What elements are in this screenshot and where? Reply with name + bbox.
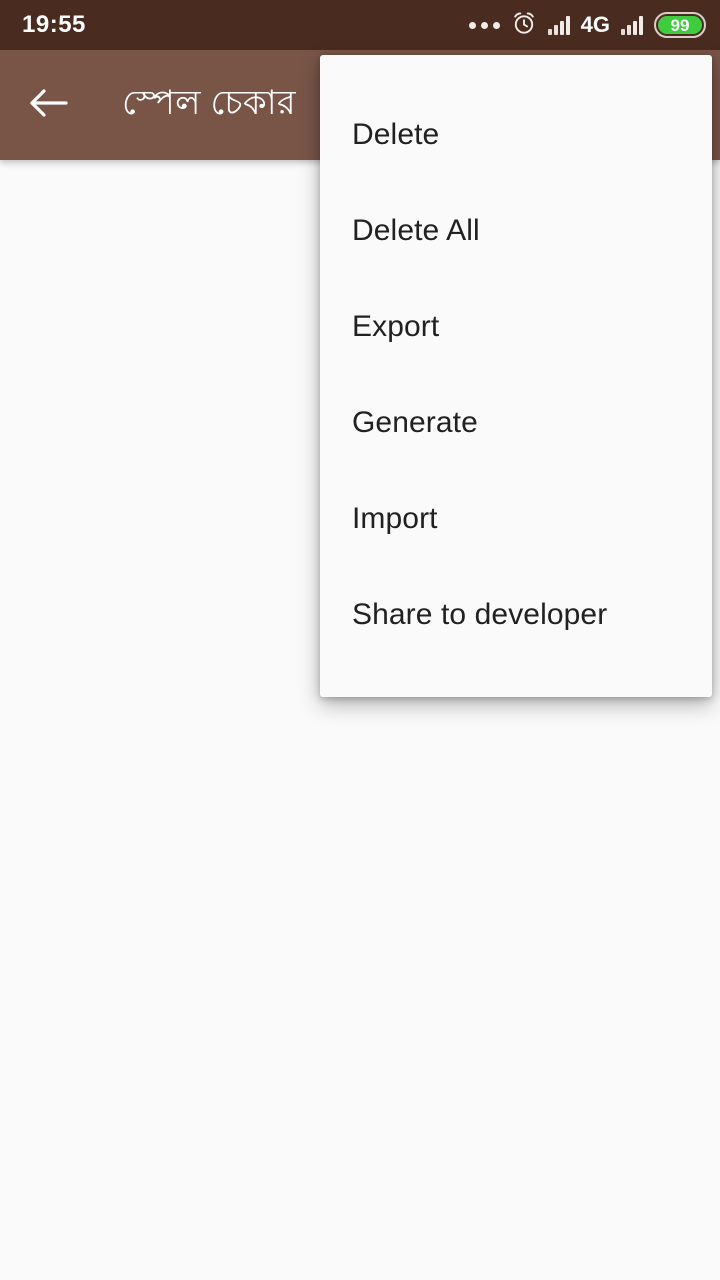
battery-percentage: 99 xyxy=(670,15,690,35)
network-type-label: 4G xyxy=(580,12,610,37)
battery-icon: 99 xyxy=(654,12,706,38)
menu-item-import[interactable]: Import xyxy=(320,471,712,567)
menu-item-delete[interactable]: Delete xyxy=(320,87,712,183)
menu-item-label: Delete All xyxy=(352,214,480,247)
alarm-clock-icon xyxy=(511,10,537,41)
more-dots-icon xyxy=(468,21,500,29)
menu-item-label: Import xyxy=(352,502,438,535)
menu-item-delete-all[interactable]: Delete All xyxy=(320,183,712,279)
menu-item-generate[interactable]: Generate xyxy=(320,375,712,471)
menu-item-share-to-developer[interactable]: Share to developer xyxy=(320,567,712,663)
menu-item-label: Generate xyxy=(352,406,478,439)
back-button[interactable] xyxy=(0,50,96,160)
menu-item-label: Delete xyxy=(352,118,440,151)
menu-item-label: Export xyxy=(352,310,440,343)
page-title: স্পেল চেকার xyxy=(122,83,296,122)
menu-item-label: Share to developer xyxy=(352,598,608,631)
signal-bars-icon xyxy=(547,15,570,35)
menu-item-export[interactable]: Export xyxy=(320,279,712,375)
overflow-menu: Delete Delete All Export Generate Import… xyxy=(320,55,712,697)
status-bar-clock: 19:55 xyxy=(22,11,86,38)
signal-bars-icon-secondary xyxy=(621,15,643,35)
app-screen: 19:55 4G 99 স্পেল চেকার Delete Delete Al… xyxy=(0,0,720,1280)
status-bar: 19:55 4G 99 xyxy=(0,0,720,50)
status-bar-icons: 4G 99 xyxy=(468,10,706,41)
back-arrow-icon xyxy=(25,83,71,128)
